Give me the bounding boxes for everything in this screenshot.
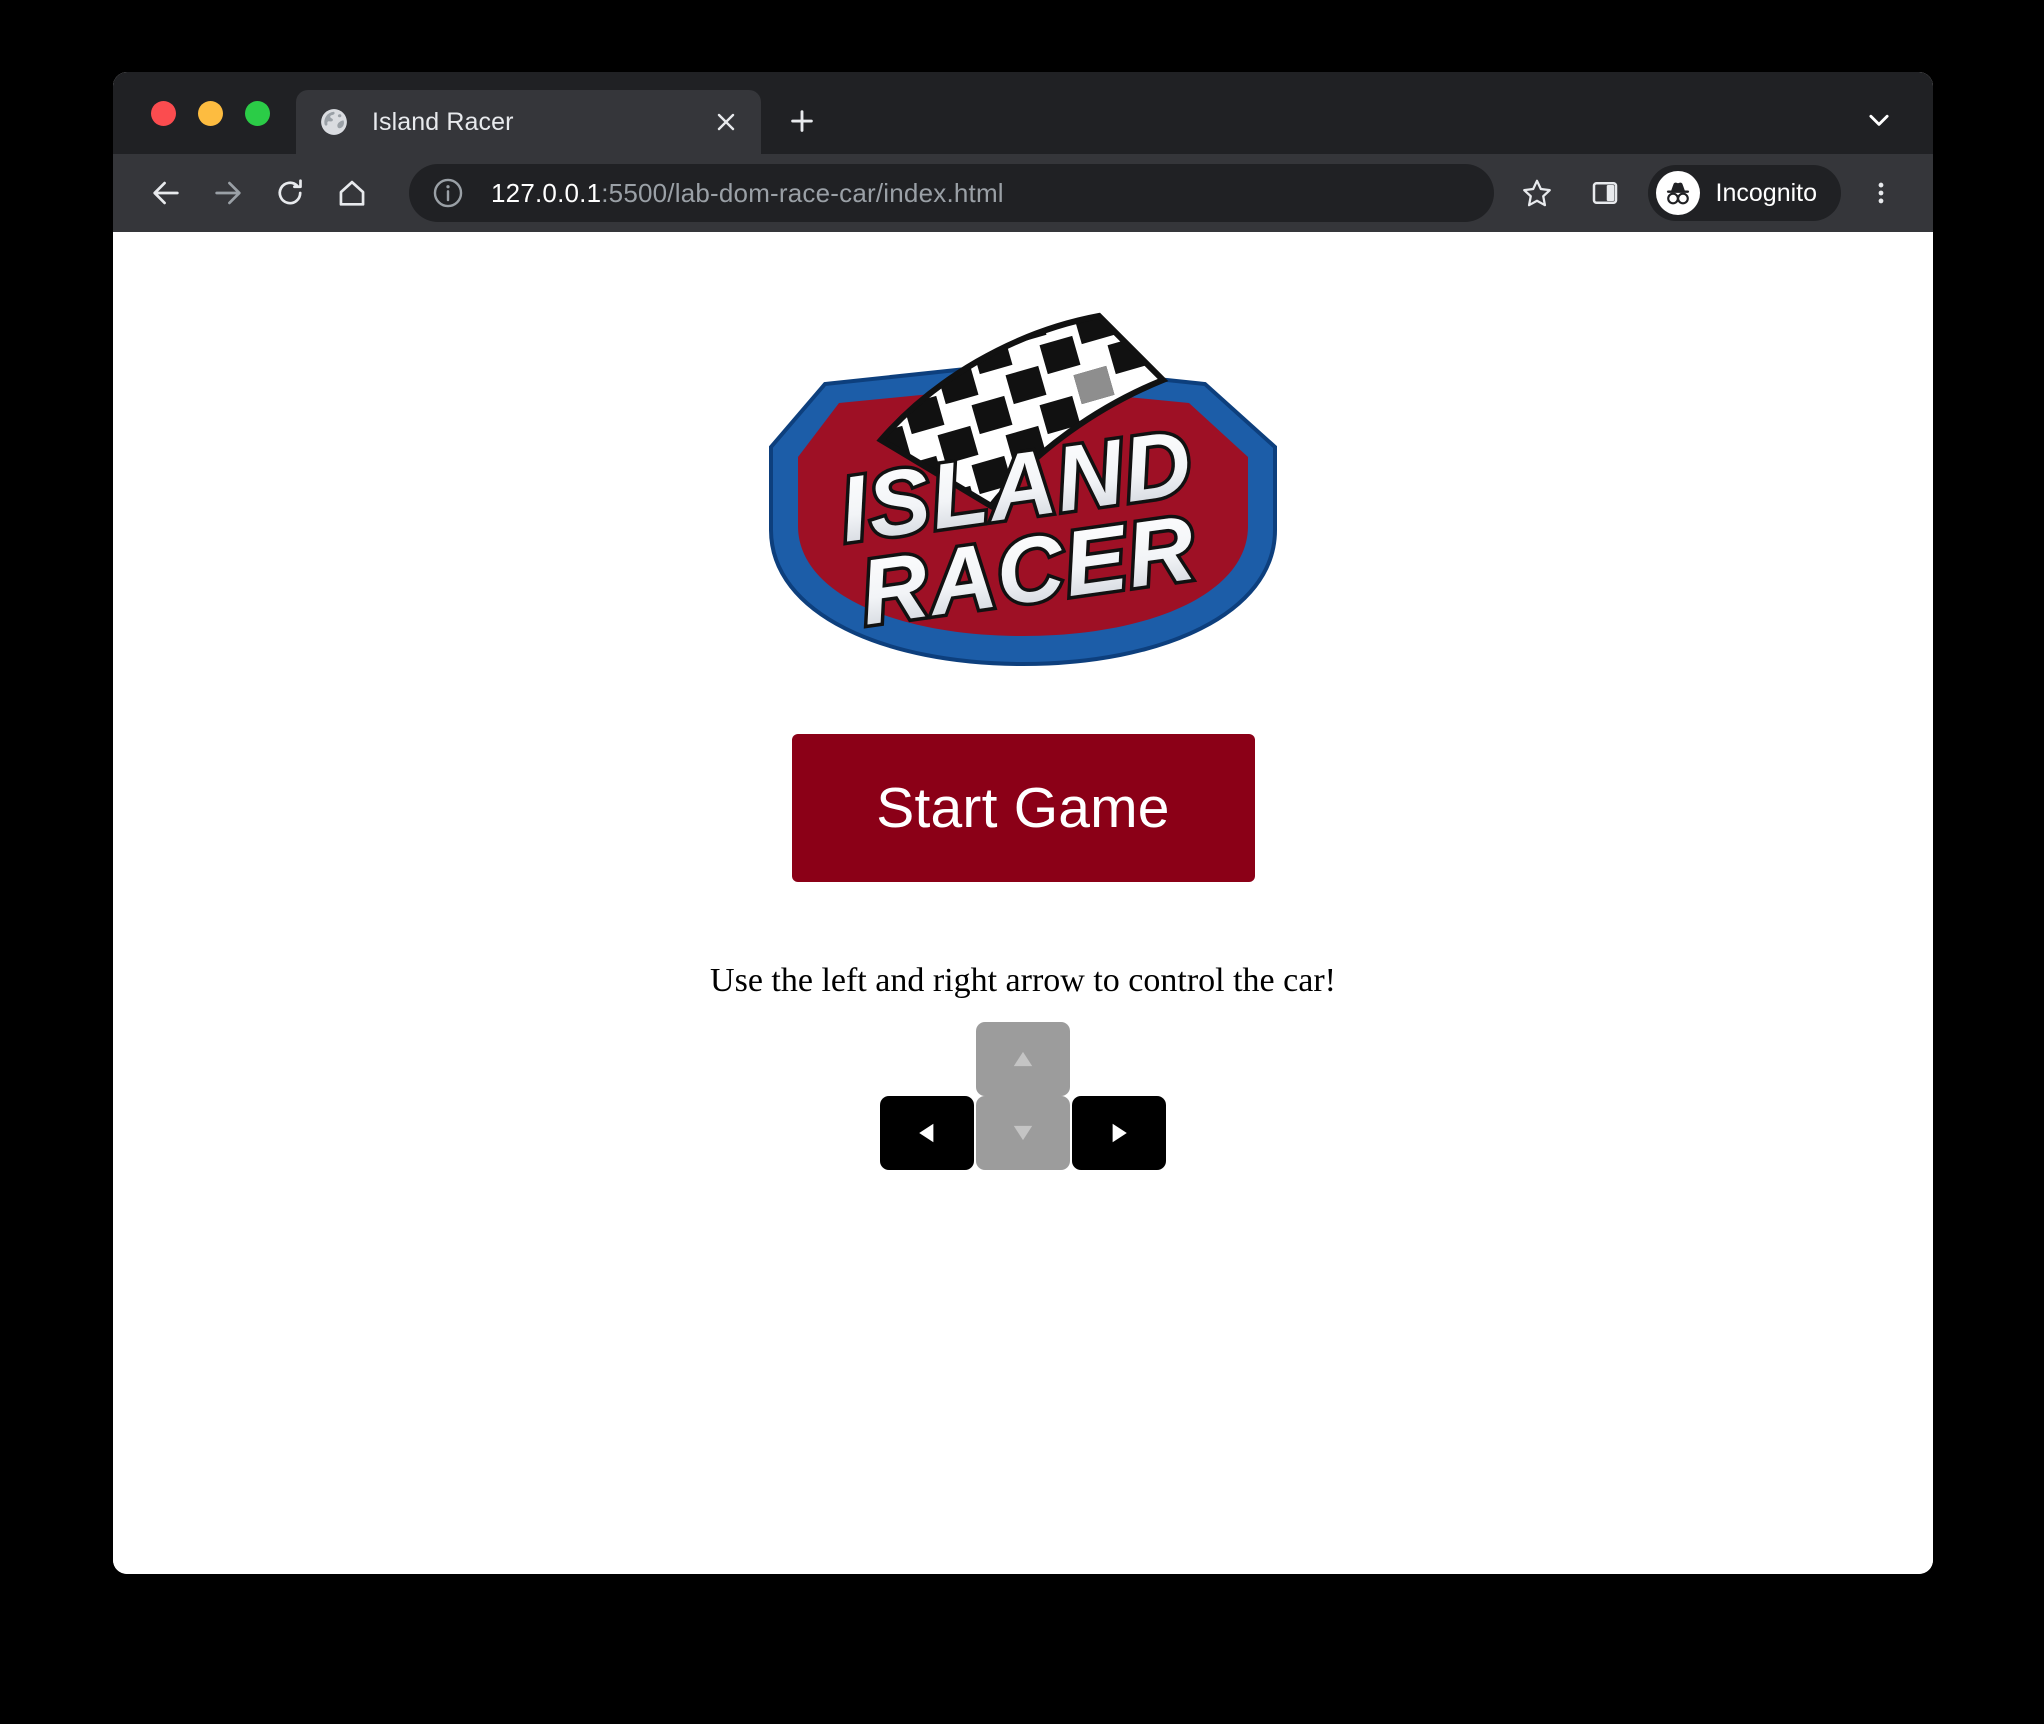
arrow-left-icon[interactable] xyxy=(135,162,197,224)
page-content-area: ISLAND RACER Start Game Use the left and… xyxy=(113,232,1933,1574)
arrow-key-row-bottom xyxy=(880,1096,1166,1170)
home-icon[interactable] xyxy=(321,162,383,224)
tab-strip-spacer xyxy=(829,153,1851,154)
window-close-button[interactable] xyxy=(151,101,176,126)
address-bar[interactable]: 127.0.0.1:5500/lab-dom-race-car/index.ht… xyxy=(409,164,1494,222)
incognito-icon xyxy=(1656,171,1700,215)
window-minimize-button[interactable] xyxy=(198,101,223,126)
arrow-left-key[interactable] xyxy=(880,1096,974,1170)
window-maximize-button[interactable] xyxy=(245,101,270,126)
chevron-down-icon[interactable] xyxy=(1851,92,1907,148)
url-host: 127.0.0.1 xyxy=(491,178,601,208)
url-path: :5500/lab-dom-race-car/index.html xyxy=(601,178,1004,208)
profile-label: Incognito xyxy=(1716,179,1817,208)
arrow-right-icon[interactable] xyxy=(197,162,259,224)
arrow-up-key[interactable] xyxy=(976,1022,1070,1096)
star-icon[interactable] xyxy=(1508,164,1566,222)
arrow-right-icon xyxy=(1102,1116,1136,1150)
close-icon[interactable] xyxy=(703,99,749,145)
tab-strip: Island Racer xyxy=(113,72,1933,154)
traffic-lights xyxy=(113,72,296,154)
arrow-down-icon xyxy=(1006,1116,1040,1150)
profile-chip-incognito[interactable]: Incognito xyxy=(1648,165,1841,221)
arrow-left-icon xyxy=(910,1116,944,1150)
arrow-down-key[interactable] xyxy=(976,1096,1070,1170)
globe-icon xyxy=(320,108,348,136)
reload-icon[interactable] xyxy=(259,162,321,224)
side-panel-icon[interactable] xyxy=(1576,164,1634,222)
address-bar-url: 127.0.0.1:5500/lab-dom-race-car/index.ht… xyxy=(491,178,1484,209)
info-icon[interactable] xyxy=(431,176,465,210)
browser-tab-island-racer[interactable]: Island Racer xyxy=(296,90,761,154)
arrow-key-cluster xyxy=(880,1022,1166,1170)
more-vertical-icon[interactable] xyxy=(1853,165,1909,221)
island-racer-logo: ISLAND RACER xyxy=(713,302,1333,672)
arrow-up-icon xyxy=(1006,1042,1040,1076)
arrow-key-row-top xyxy=(976,1022,1070,1096)
instructions-text: Use the left and right arrow to control … xyxy=(710,962,1336,1000)
browser-window: Island Racer xyxy=(113,72,1933,1574)
arrow-right-key[interactable] xyxy=(1072,1096,1166,1170)
browser-toolbar: 127.0.0.1:5500/lab-dom-race-car/index.ht… xyxy=(113,154,1933,232)
plus-icon[interactable] xyxy=(775,94,829,148)
start-game-button[interactable]: Start Game xyxy=(792,734,1255,882)
tab-title: Island Racer xyxy=(372,108,703,137)
